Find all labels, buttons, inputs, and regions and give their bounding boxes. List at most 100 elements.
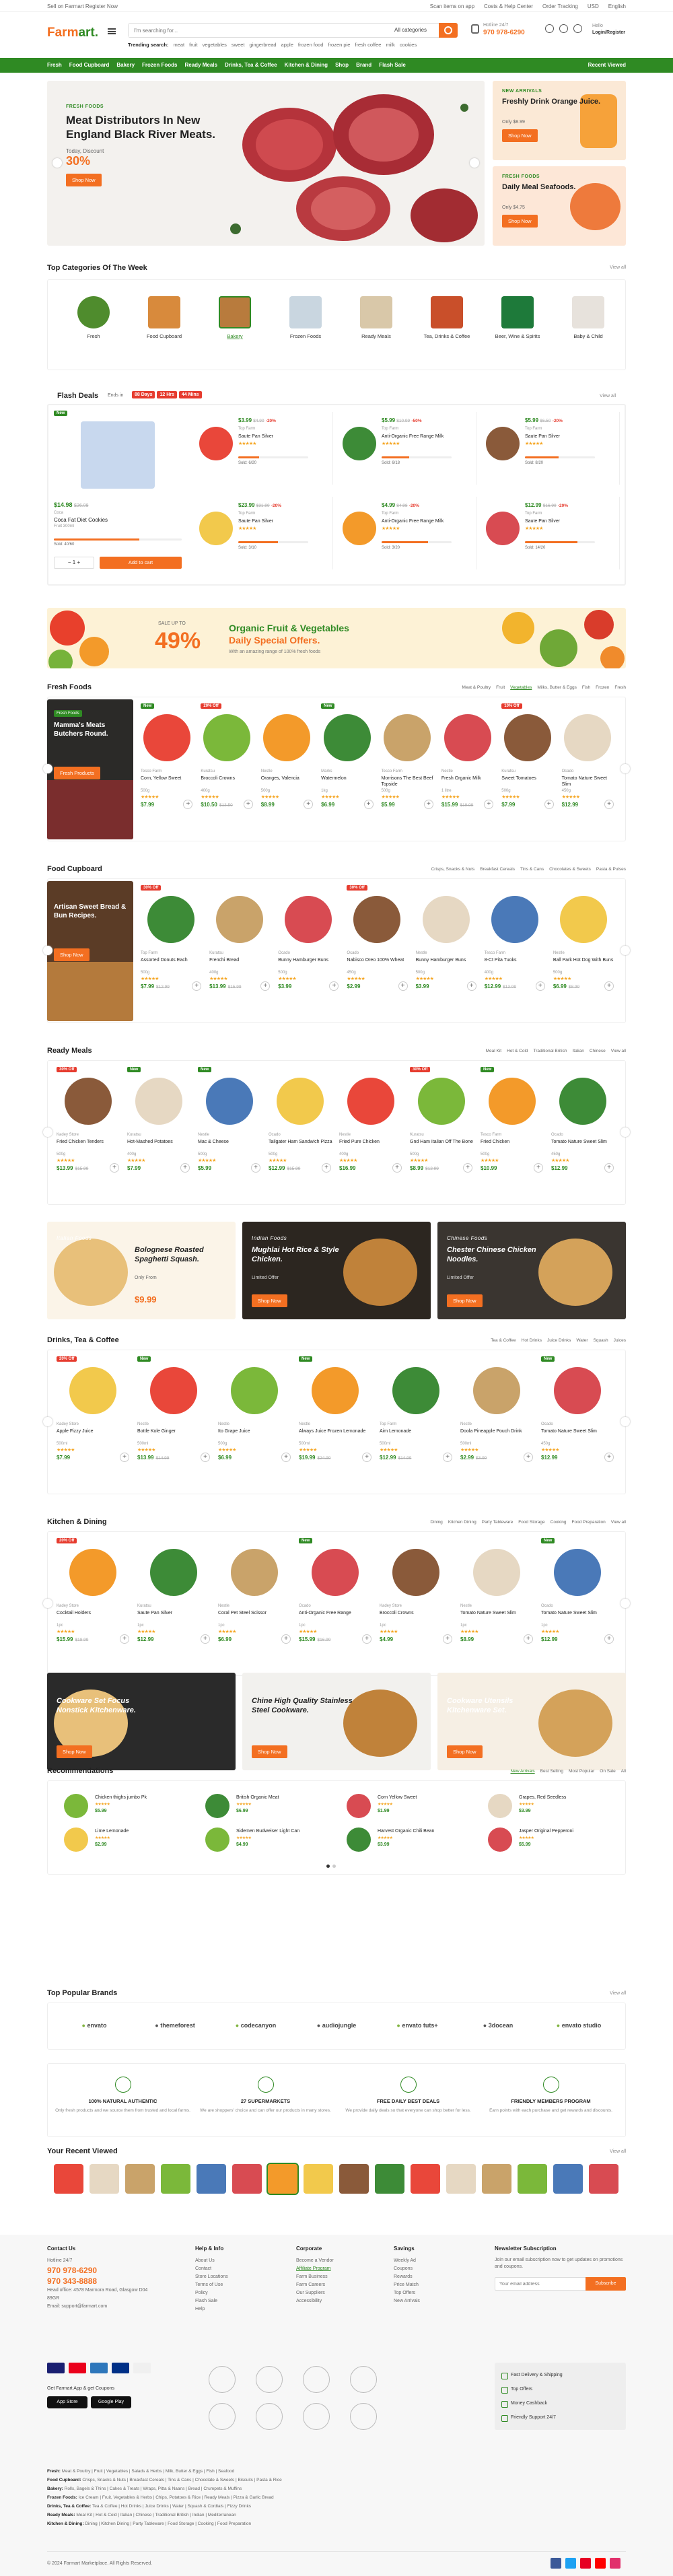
product-name[interactable]: Harvest Organic Chili Bean	[378, 1829, 434, 1834]
flash-main-product[interactable]: New $14.98 $26.08 Coca Coca Fat Diet Coo…	[54, 411, 188, 579]
product-name[interactable]: Anti-Organic Free Range Milk	[382, 433, 452, 440]
product-card[interactable]: New Tesco Farm Fried Chicken 500g ★★★★★ …	[478, 1067, 546, 1180]
trending-item[interactable]: vegetables	[203, 42, 227, 48]
tab[interactable]: Fruit	[496, 685, 505, 690]
side-banner-seafood[interactable]: FRESH FOODS Daily Meal Seafoods. Only $4…	[493, 166, 626, 246]
product-card[interactable]: New Ocado Anti-Organic Free Range 1pc ★★…	[296, 1538, 374, 1651]
product-name[interactable]: Tomato Nature Sweet Slim	[562, 775, 615, 788]
recommended-product[interactable]: Lime Lemonade ★★★★★ $2.99	[64, 1827, 195, 1854]
nav-item[interactable]: Frozen Foods	[142, 62, 177, 68]
product-card[interactable]: New Ocado Tomato Nature Sweet Slim 450g …	[538, 1356, 616, 1469]
nav-item[interactable]: Flash Sale	[379, 62, 406, 68]
category-item[interactable]: Beer, Wine & Spirits	[491, 296, 544, 339]
trending-item[interactable]: fresh coffee	[355, 42, 381, 48]
product-card[interactable]: Tesco Farm 8-Ct Pita Tuoks 400g ★★★★★ $1…	[482, 885, 548, 998]
tab[interactable]: Dining	[430, 1520, 442, 1525]
tab[interactable]: Breakfast Cereals	[480, 867, 515, 872]
add-to-cart-icon[interactable]: +	[260, 981, 271, 991]
tab[interactable]: Chinese	[590, 1049, 606, 1053]
recommended-product[interactable]: Sidemen Budweiser Light Can ★★★★★ $4.99	[205, 1827, 336, 1854]
product-card[interactable]: New Nestle Bottle Kole Ginger 500ml ★★★★…	[135, 1356, 213, 1469]
product-name[interactable]: Tomato Nature Sweet Slim	[551, 1139, 615, 1145]
tab[interactable]: Fresh	[614, 685, 626, 690]
next-arrow-icon[interactable]	[621, 1127, 630, 1137]
recent-product-thumb[interactable]	[90, 2164, 119, 2194]
product-name[interactable]: Morrisons The Best Beef Topside	[382, 775, 435, 788]
tab[interactable]: Meat & Poultry	[462, 685, 491, 690]
product-name[interactable]: Saute Pan Silver	[238, 433, 308, 440]
add-to-cart-button[interactable]: Add to cart	[100, 557, 182, 569]
nav-item[interactable]: Kitchen & Dining	[285, 62, 328, 68]
tab[interactable]: Water	[576, 1338, 588, 1343]
nav-item[interactable]: Bakery	[116, 62, 135, 68]
tab[interactable]: Kitchen Dining	[448, 1520, 476, 1525]
hotline-number[interactable]: 970 978-6290	[483, 29, 525, 36]
brand-logo[interactable]: ● themeforest	[141, 2022, 209, 2029]
recent-product-thumb[interactable]	[197, 2164, 226, 2194]
nav-item[interactable]: Drinks, Tea & Coffee	[225, 62, 277, 68]
nav-item[interactable]: Fresh	[47, 62, 62, 68]
prev-arrow-icon[interactable]	[43, 1417, 52, 1426]
tab[interactable]: Best Selling	[540, 1769, 563, 1774]
instagram-icon[interactable]	[610, 2558, 621, 2569]
product-card[interactable]: Nestle Bunny Hamburger Buns 500g ★★★★★ $…	[413, 885, 479, 998]
product-name[interactable]: Aim Lemonade	[380, 1428, 454, 1434]
trending-item[interactable]: fruit	[189, 42, 198, 48]
product-name[interactable]: Saute Pan Silver	[525, 518, 595, 524]
footer-link[interactable]: Policy	[195, 2289, 228, 2297]
recent-viewed-link[interactable]: Recent Viewed	[588, 62, 626, 68]
footer-link[interactable]: Help	[195, 2305, 228, 2313]
next-arrow-icon[interactable]	[621, 1599, 630, 1608]
category-item[interactable]: Fresh	[67, 296, 120, 339]
product-card[interactable]: New Nestle Always Juice Frozen Lemonade …	[296, 1356, 374, 1469]
add-to-cart-icon[interactable]: +	[120, 1453, 129, 1462]
tab[interactable]: Italian	[573, 1049, 584, 1053]
product-card[interactable]: 20% Off Kadey Store Cocktail Holders 1pc…	[54, 1538, 132, 1651]
product-card[interactable]: 30% Off Top Farm Assorted Donuts Each 50…	[138, 885, 204, 998]
promo-tile[interactable]: Indian Foods Mughlai Hot Rice & Style Ch…	[242, 1222, 431, 1319]
tab[interactable]: Vegetables	[510, 685, 532, 690]
view-all-link[interactable]: View all	[610, 2149, 626, 2154]
tab[interactable]: Food Preparation	[571, 1520, 605, 1525]
add-to-cart-icon[interactable]: +	[463, 1163, 472, 1173]
app-store-button[interactable]: App Store	[47, 2396, 87, 2408]
product-name[interactable]: Watermelon	[321, 775, 374, 781]
recent-product-thumb[interactable]	[54, 2164, 83, 2194]
banner-shop-button[interactable]: Shop Now	[502, 215, 538, 228]
category-item[interactable]: Baby & Child	[562, 296, 614, 339]
footer-link[interactable]: Coupons	[394, 2265, 420, 2273]
product-name[interactable]: Assorted Donuts Each	[141, 957, 203, 963]
promo-tile[interactable]: Cookware Set Focus Nonstick Kitchenware.…	[47, 1673, 236, 1770]
footer-phone[interactable]: 970 343-8888	[47, 2276, 148, 2287]
product-card[interactable]: 10% Off Kuratsu Sweet Tomatoes 500g ★★★★…	[499, 703, 556, 816]
twitter-icon[interactable]	[565, 2558, 576, 2569]
add-to-cart-icon[interactable]: +	[544, 800, 554, 809]
trending-item[interactable]: frozen pie	[328, 42, 350, 48]
product-card[interactable]: Ocado Tomato Nature Sweet Slim 450g ★★★★…	[559, 703, 616, 816]
product-card[interactable]: New Kuratsu Hot-Mashed Potatoes 400g ★★★…	[125, 1067, 192, 1180]
add-to-cart-icon[interactable]: +	[604, 1634, 614, 1644]
product-card[interactable]: Tesco Farm Morrisons The Best Beef Topsi…	[379, 703, 436, 816]
product-card[interactable]: Ocado Bunny Hamburger Buns 500g ★★★★★ $3…	[275, 885, 341, 998]
product-name[interactable]: Tomato Nature Sweet Slim	[541, 1610, 615, 1616]
nav-item[interactable]: Brand	[356, 62, 371, 68]
tab[interactable]: Tins & Cans	[520, 867, 544, 872]
pinterest-icon[interactable]	[580, 2558, 591, 2569]
tab[interactable]: Frozen	[596, 685, 609, 690]
footer-link[interactable]: About Us	[195, 2257, 228, 2265]
product-name[interactable]: Corn Yellow Sweet	[378, 1795, 417, 1800]
footer-link[interactable]: Farm Careers	[296, 2281, 334, 2289]
tile-cta[interactable]: $9.99	[135, 1294, 157, 1304]
tab[interactable]: Traditional British	[534, 1049, 567, 1053]
wishlist-icon[interactable]	[559, 24, 568, 33]
tile-cta[interactable]: Shop Now	[57, 1745, 92, 1758]
search-input[interactable]	[129, 24, 351, 37]
category-item[interactable]: Food Cupboard	[138, 296, 190, 339]
flash-product[interactable]: $23.99 $31.99 -20% Top Farm Saute Pan Si…	[195, 497, 333, 569]
recommended-product[interactable]: Jasper Original Pepperoni ★★★★★ $5.99	[488, 1827, 619, 1854]
product-card[interactable]: Nestle Ito Grape Juice 500g ★★★★★ $6.99 …	[215, 1356, 293, 1469]
nav-item[interactable]: Shop	[335, 62, 349, 68]
footer-link[interactable]: Price Match	[394, 2281, 420, 2289]
product-card[interactable]: 30% Off Kadey Store Fried Chicken Tender…	[54, 1067, 122, 1180]
recommended-product[interactable]: British Organic Meat ★★★★★ $6.99	[205, 1794, 336, 1821]
